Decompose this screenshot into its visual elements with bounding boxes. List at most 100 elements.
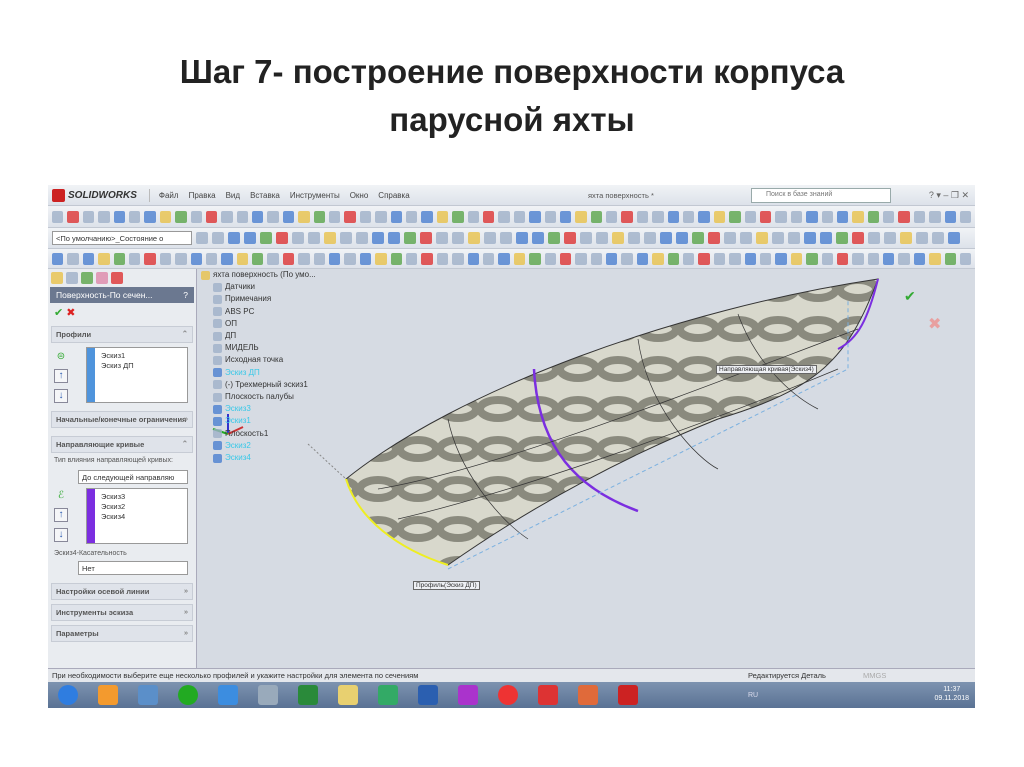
menu-view[interactable]: Вид — [226, 191, 240, 200]
toolbar-tool-icon[interactable] — [913, 252, 926, 265]
config-tab-icon[interactable] — [81, 272, 93, 284]
start-end-constraints-section[interactable]: Начальные/конечные ограничения» — [51, 411, 193, 428]
profiles-section[interactable]: Профили ⌃ — [51, 326, 193, 343]
toolbar-tool-icon[interactable] — [713, 252, 726, 265]
toolbar-tool-icon[interactable] — [960, 210, 972, 223]
toolbar-tool-icon[interactable] — [513, 210, 526, 223]
toolbar-tool-icon[interactable] — [159, 210, 172, 223]
toolbar-tool-icon[interactable] — [482, 252, 495, 265]
word-icon[interactable] — [418, 685, 438, 705]
language-indicator[interactable]: RU — [748, 692, 758, 699]
sketch-tool-icon[interactable] — [884, 232, 896, 244]
toolbar-tool-icon[interactable] — [67, 210, 79, 223]
toolbar-tool-icon[interactable] — [390, 252, 402, 265]
menu-edit[interactable]: Правка — [189, 191, 216, 200]
sketch-tool-icon[interactable] — [724, 232, 736, 244]
toolbar-tool-icon[interactable] — [713, 210, 726, 223]
toolbar-tool-icon[interactable] — [775, 252, 787, 265]
tree-item[interactable]: Эскиз4 — [201, 452, 316, 464]
tree-item[interactable]: ABS PC — [201, 306, 316, 318]
toolbar-tool-icon[interactable] — [790, 210, 803, 223]
toolbar-tool-icon[interactable] — [52, 252, 64, 265]
internet-explorer-icon[interactable] — [218, 685, 238, 705]
sketch-tool-icon[interactable] — [932, 232, 944, 244]
toolbar-tool-icon[interactable] — [667, 210, 680, 223]
toolbar-tool-icon[interactable] — [359, 210, 372, 223]
toolbar-tool-icon[interactable] — [144, 210, 156, 223]
speaker-icon[interactable] — [258, 685, 278, 705]
sketch-tool-icon[interactable] — [660, 232, 672, 244]
user-app-icon[interactable] — [138, 685, 158, 705]
toolbar-tool-icon[interactable] — [359, 252, 372, 265]
guide-type-select[interactable]: До следующей направляю — [78, 470, 188, 484]
window-controls[interactable]: ? ▾ – ❐ ✕ — [929, 190, 969, 201]
menu-help[interactable]: Справка — [378, 191, 409, 200]
toolbar-tool-icon[interactable] — [205, 210, 218, 223]
sketch-tool-icon[interactable] — [676, 232, 688, 244]
toolbar-tool-icon[interactable] — [836, 252, 849, 265]
tree-item[interactable]: Примечания — [201, 293, 316, 305]
toolbar-tool-icon[interactable] — [482, 210, 495, 223]
toolbar-tool-icon[interactable] — [606, 252, 618, 265]
move-down-button[interactable]: ↓ — [54, 389, 68, 403]
toolbar-tool-icon[interactable] — [98, 252, 110, 265]
toolbar-tool-icon[interactable] — [236, 210, 249, 223]
toolbar-tool-icon[interactable] — [436, 210, 449, 223]
centerline-section[interactable]: Настройки осевой линии» — [51, 583, 193, 600]
toolbar-tool-icon[interactable] — [759, 252, 772, 265]
menu-window[interactable]: Окно — [350, 191, 369, 200]
sketch-tool-icon[interactable] — [484, 232, 496, 244]
toolbar-tool-icon[interactable] — [898, 210, 910, 223]
sketch-tools-section[interactable]: Инструменты эскиза» — [51, 604, 193, 621]
toolbar-tool-icon[interactable] — [544, 252, 556, 265]
toolbar-tool-icon[interactable] — [313, 252, 326, 265]
tree-item[interactable]: Эскиз1 — [201, 415, 316, 427]
tree-item[interactable]: Плоскость1 — [201, 428, 316, 440]
toolbar-tool-icon[interactable] — [544, 210, 556, 223]
configuration-select[interactable]: <По умолчанию>_Состояние о — [52, 231, 192, 245]
sketch-tool-icon[interactable] — [644, 232, 656, 244]
toolbar-tool-icon[interactable] — [606, 210, 618, 223]
toolbar-tool-icon[interactable] — [775, 210, 787, 223]
clock[interactable]: 11:37 09.11.2018 — [934, 685, 969, 703]
move-up-button[interactable]: ↑ — [54, 369, 68, 383]
tree-item[interactable]: Плоскость палубы — [201, 391, 316, 403]
sketch-tool-icon[interactable] — [628, 232, 640, 244]
toolbar-tool-icon[interactable] — [421, 210, 433, 223]
yandex-browser-icon[interactable] — [538, 685, 558, 705]
toolbar-tool-icon[interactable] — [67, 252, 79, 265]
sketch-tool-icon[interactable] — [948, 232, 960, 244]
toolbar-tool-icon[interactable] — [575, 210, 587, 223]
sketch-tool-icon[interactable] — [308, 232, 320, 244]
toolbar-tool-icon[interactable] — [929, 210, 941, 223]
appearance-tab-icon[interactable] — [111, 272, 123, 284]
tree-item[interactable]: ОП — [201, 318, 316, 330]
sketch-tool-icon[interactable] — [612, 232, 624, 244]
toolbar-tool-icon[interactable] — [313, 210, 326, 223]
tree-item[interactable]: Датчики — [201, 281, 316, 293]
sketch-tool-icon[interactable] — [580, 232, 592, 244]
toolbar-tool-icon[interactable] — [960, 252, 972, 265]
sketch-tool-icon[interactable] — [788, 232, 800, 244]
toolbar-tool-icon[interactable] — [375, 252, 387, 265]
sketch-tool-icon[interactable] — [500, 232, 512, 244]
toolbar-tool-icon[interactable] — [128, 210, 141, 223]
toolbar-tool-icon[interactable] — [190, 210, 202, 223]
toolbar-tool-icon[interactable] — [329, 210, 341, 223]
toolbar-tool-icon[interactable] — [683, 210, 695, 223]
toolbar-tool-icon[interactable] — [667, 252, 680, 265]
sketch-tool-icon[interactable] — [452, 232, 464, 244]
toolbar-tool-icon[interactable] — [221, 210, 233, 223]
tree-item[interactable]: Эскиз ДП — [201, 367, 316, 379]
toolbar-tool-icon[interactable] — [821, 210, 833, 223]
toolbar-tool-icon[interactable] — [144, 252, 156, 265]
toolbar-tool-icon[interactable] — [898, 252, 910, 265]
confirm-check-icon[interactable]: ✔ — [904, 288, 916, 304]
tangency-select[interactable]: Нет — [78, 561, 188, 575]
toolbar-tool-icon[interactable] — [298, 210, 310, 223]
feature-tree-tab-icon[interactable] — [51, 272, 63, 284]
toolbar-tool-icon[interactable] — [913, 210, 926, 223]
toolbar-tool-icon[interactable] — [298, 252, 310, 265]
toolbar-tool-icon[interactable] — [452, 210, 464, 223]
toolbar-tool-icon[interactable] — [790, 252, 803, 265]
